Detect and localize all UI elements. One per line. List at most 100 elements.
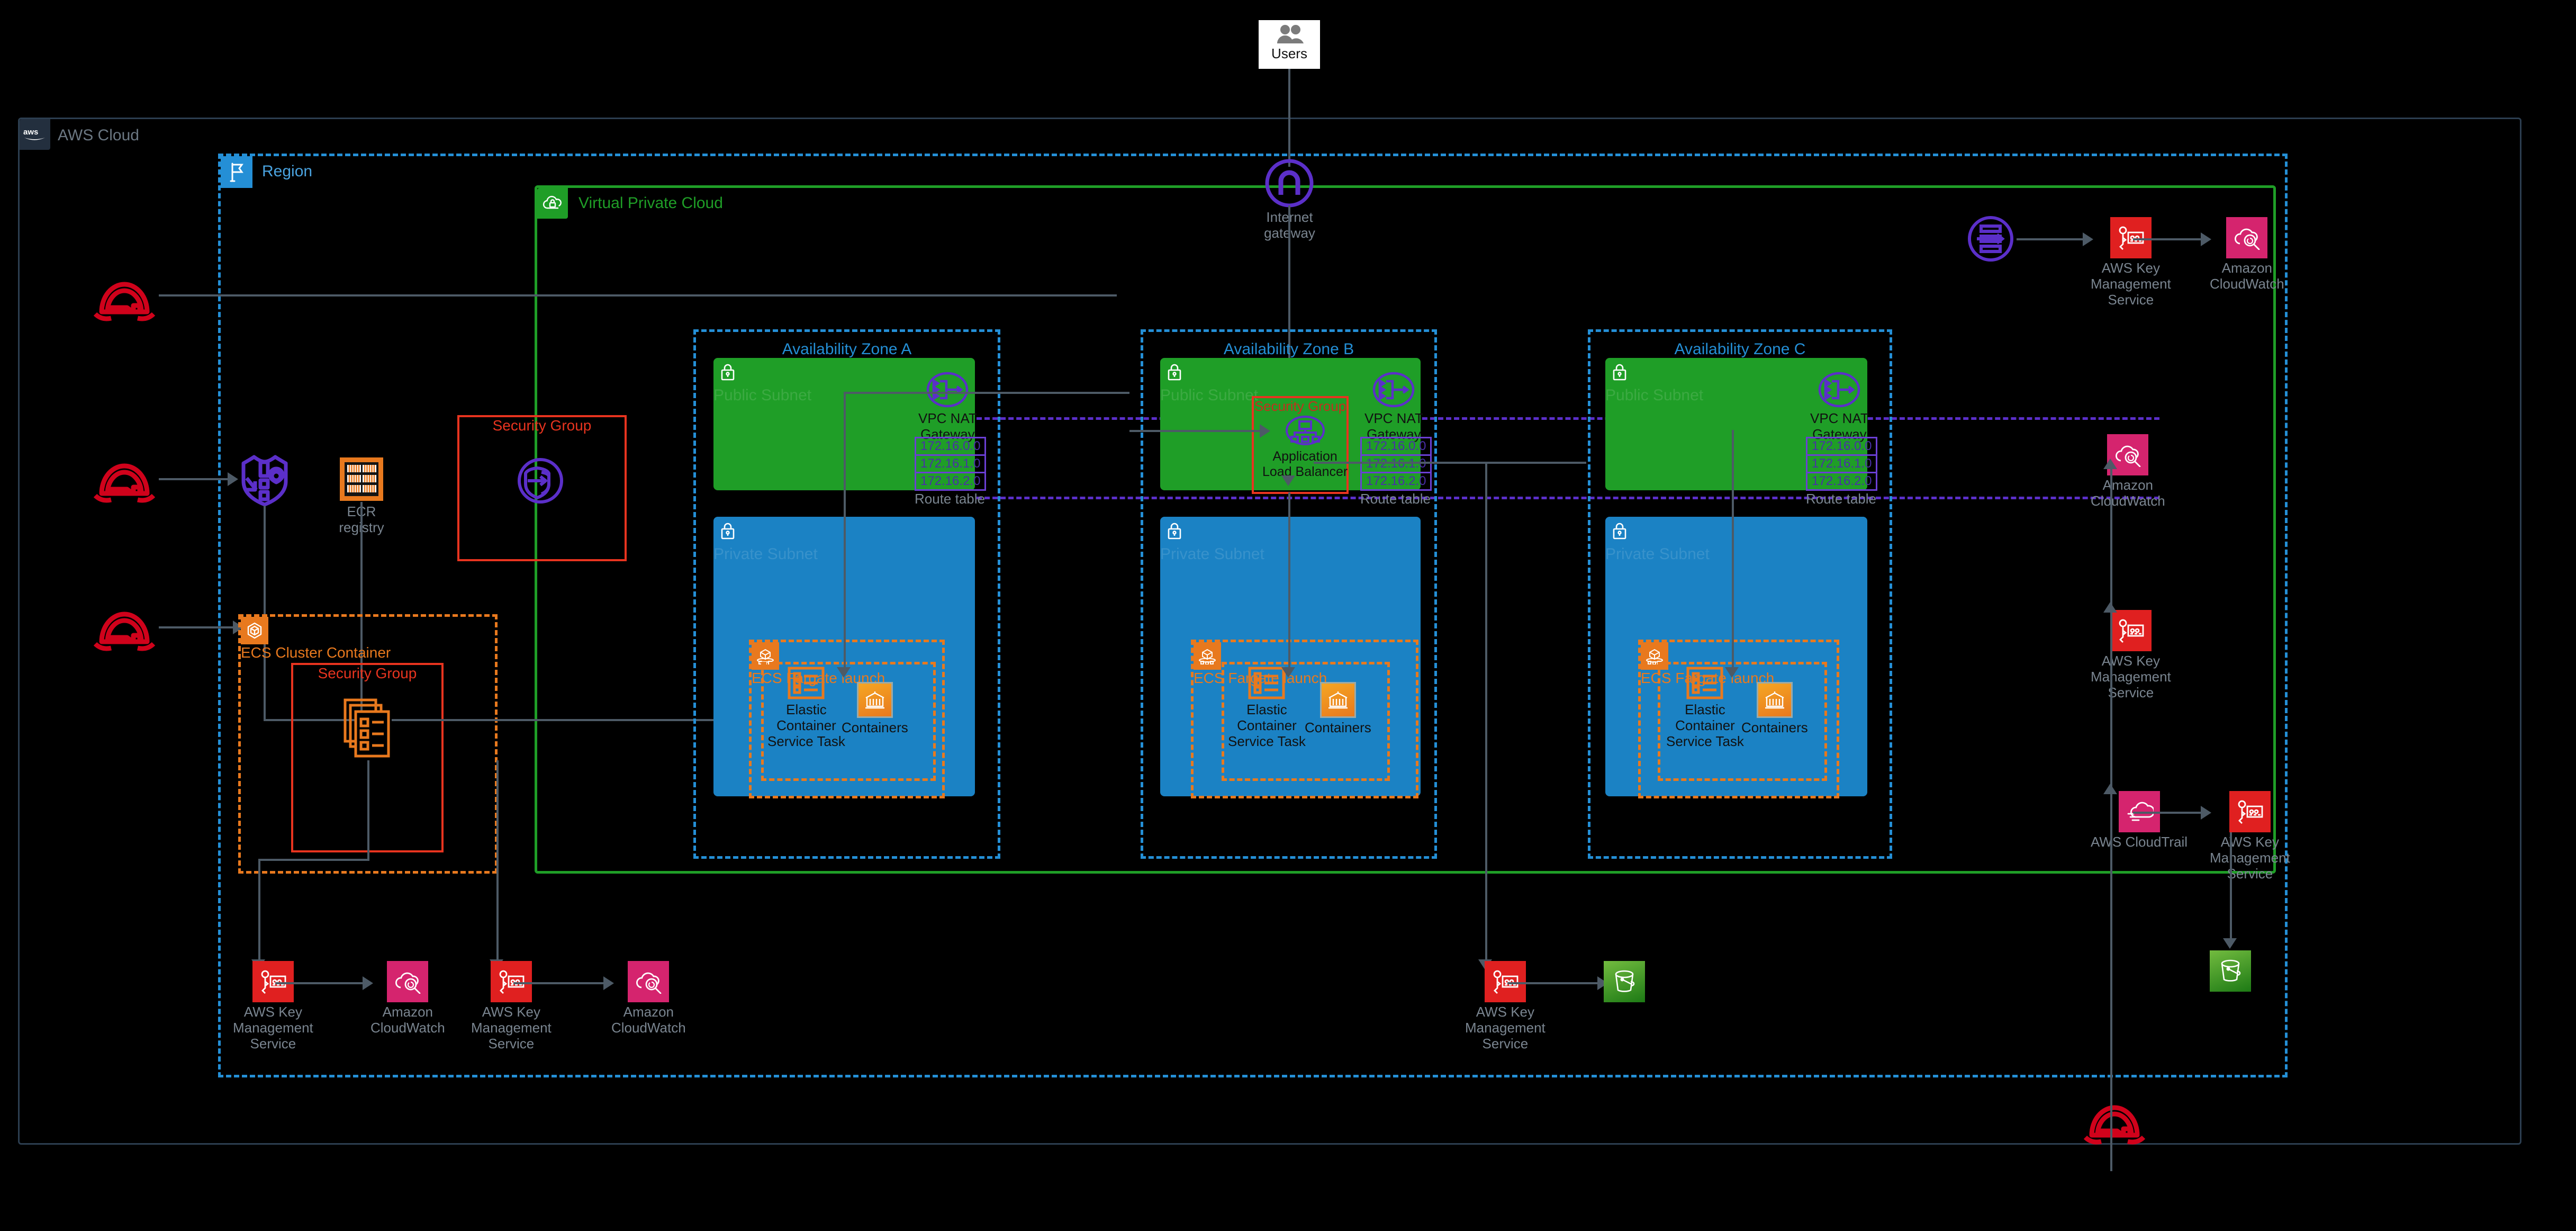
az-a-route-1: 172.16.1.0 <box>915 454 987 473</box>
az-a-nat-to-alb <box>1129 430 1267 432</box>
containers-icon <box>1756 682 1793 718</box>
vpc-nat-gateway-icon <box>1819 372 1860 408</box>
kms-2-label: AWS Key Management Service <box>471 1004 552 1052</box>
ecs-cluster-label: ECS Cluster Container <box>241 644 391 661</box>
s3-bucket-icon <box>2210 950 2251 992</box>
arrowhead-actor2 <box>228 472 238 486</box>
kms-top-label: AWS Key Management Service <box>2091 260 2171 308</box>
az-c-nat-to-alb <box>1314 462 1586 464</box>
cw-col-node: Amazon CloudWatch <box>2091 434 2165 509</box>
az-c-nat-arrow <box>1725 667 1739 678</box>
actor-4 <box>2080 1091 2149 1149</box>
az-b-task-label: Elastic Container Service Task <box>1228 702 1306 749</box>
availability-zone-a-label: Availability Zone A <box>782 340 912 358</box>
az-b-alb-to-task <box>1288 492 1290 667</box>
cw-top-node: Amazon CloudWatch <box>2210 217 2284 292</box>
az-c-route-2: 172.16.2.0 <box>1806 472 1878 491</box>
cloudtrail-node: AWS CloudTrail <box>2091 791 2188 850</box>
az-b-containers-label: Containers <box>1305 720 1371 735</box>
connector-task-down <box>367 760 369 861</box>
svg-text:aws: aws <box>23 128 38 137</box>
az-c-route-0: 172.16.0.0 <box>1806 437 1878 456</box>
engineer-hardhat-icon <box>93 612 156 651</box>
internet-gateway-icon <box>1265 159 1314 208</box>
connector-cluster-down <box>258 859 260 959</box>
cw-col-label: Amazon CloudWatch <box>2091 477 2165 509</box>
aws-waf-node <box>238 453 291 508</box>
az-b-nat-right-v <box>1485 462 1487 959</box>
az-c-route-1: 172.16.1.0 <box>1806 454 1878 473</box>
az-b-load-balancer-node: Application Load Balancer <box>1262 414 1348 480</box>
vpc-endpoint-security-group-label: Security Group <box>492 417 592 434</box>
az-a-nat-conn-h <box>844 392 1129 394</box>
kms-icon <box>2229 791 2271 832</box>
availability-zone-b-label: Availability Zone B <box>1223 340 1354 358</box>
az-c-nat-gateway: VPC NAT Gateway <box>1810 371 1869 443</box>
connector-trail-to-kms <box>2133 812 2201 814</box>
subnet-lock-icon <box>713 358 742 387</box>
users-icon <box>1277 25 1304 43</box>
connector-endpoint-to-kms-top <box>2017 238 2083 240</box>
kms-trail-label: AWS Key Management Service <box>2210 834 2290 882</box>
kms-icon <box>252 961 294 1002</box>
subnet-lock-icon <box>1160 517 1189 545</box>
az-b-route-table-label: Route table <box>1360 491 1431 507</box>
users-sign: Users <box>1259 20 1320 69</box>
cw-1-node: Amazon CloudWatch <box>370 961 445 1036</box>
arrow-kmstrail-to-s3 <box>2223 938 2237 949</box>
users-label: Users <box>1271 46 1307 61</box>
subnet-lock-icon <box>1605 517 1634 545</box>
application-load-balancer-icon <box>1285 416 1325 445</box>
connector-users-to-igw <box>1288 69 1290 167</box>
az-a-nat-gateway: VPC NAT Gateway <box>918 371 977 443</box>
vpc-endpoint-node <box>516 456 565 505</box>
containers-icon <box>1319 682 1356 718</box>
region-flag-icon <box>221 156 252 188</box>
az-b-route-0: 172.16.0.0 <box>1360 437 1432 456</box>
ecs-task-definition-icon <box>344 698 390 758</box>
cloudwatch-icon <box>2226 217 2268 258</box>
aws-waf-shield-icon <box>241 455 288 507</box>
connector-actor2 <box>159 478 228 480</box>
connector-actor1 <box>159 294 1117 296</box>
kms-2-node: AWS Key Management Service <box>471 961 552 1052</box>
connector-kms2-to-cw2 <box>513 982 603 984</box>
s3-1-node <box>1604 961 1645 1002</box>
kms-trail-node: AWS Key Management Service <box>2210 791 2290 882</box>
engineer-hardhat-icon <box>2083 1105 2146 1145</box>
cw-2-node: Amazon CloudWatch <box>611 961 686 1036</box>
subnet-lock-icon <box>713 517 742 545</box>
az-b-nat-gateway: VPC NAT Gateway <box>1364 371 1423 443</box>
kms-col-node: AWS Key Management Service <box>2091 610 2171 701</box>
cw-2-label: Amazon CloudWatch <box>611 1004 686 1036</box>
az-b-route-2: 172.16.2.0 <box>1360 472 1432 491</box>
s3-bucket-icon <box>1604 961 1645 1002</box>
az-b-load-balancer-label: Application Load Balancer <box>1262 449 1348 479</box>
vpc-cloud-lock-icon <box>537 188 568 219</box>
az-b-containers-node: Containers <box>1305 682 1371 736</box>
connector-kms-to-cw-top <box>2133 238 2201 240</box>
kms-top-node: AWS Key Management Service <box>2091 217 2171 308</box>
az-c-task-node: Elastic Container Service Task <box>1666 666 1744 750</box>
az-a-nat-arrow <box>837 667 851 678</box>
vpc-endpoint-icon <box>518 458 563 504</box>
kms-col-label: AWS Key Management Service <box>2091 653 2171 700</box>
az-a-task-label: Elastic Container Service Task <box>767 702 845 749</box>
az-b-igw-arrow <box>1281 475 1295 486</box>
ecs-cluster-security-group-label: Security Group <box>318 665 417 681</box>
az-a-containers-label: Containers <box>842 720 908 735</box>
actor-2 <box>90 449 159 507</box>
connector-task-down-h <box>258 859 368 861</box>
containers-icon <box>856 682 893 718</box>
ecs-fargate-icon <box>1194 642 1221 670</box>
subnet-lock-icon <box>1160 358 1189 387</box>
cloudtrail-label: AWS CloudTrail <box>2091 834 2188 850</box>
kms-icon <box>2110 217 2152 258</box>
kms-1-label: AWS Key Management Service <box>233 1004 313 1052</box>
connector-kmstrail-to-s3 <box>2230 832 2232 938</box>
connector-kms1-to-cw1 <box>275 982 363 984</box>
ecr-registry-icon <box>340 457 383 501</box>
connector-actor3 <box>159 626 233 628</box>
aws-logo-icon: aws <box>20 119 50 150</box>
vpc-nat-gateway-icon <box>927 372 969 408</box>
